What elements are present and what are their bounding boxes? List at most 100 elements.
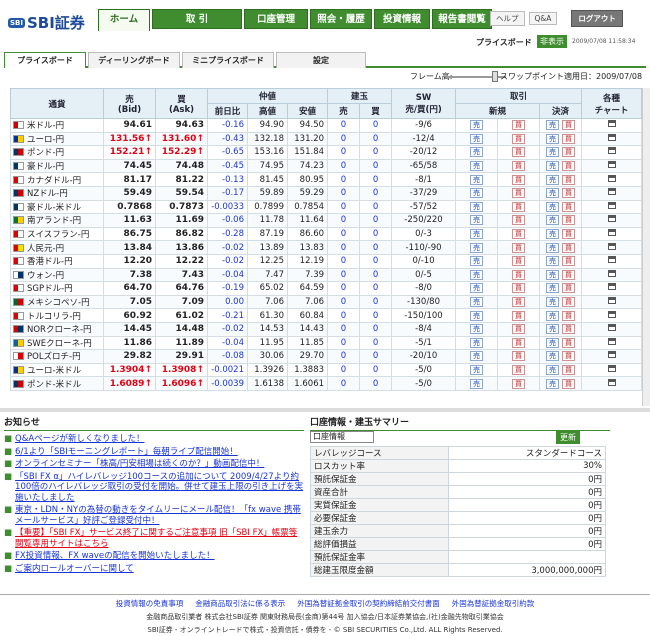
- news-link[interactable]: 「SBI FX α」ハイレバレッジ100コースの追加について 2009/4/27…: [15, 472, 304, 504]
- pair-cell[interactable]: ポンド-米ドル: [10, 376, 104, 391]
- new-sell-button[interactable]: 売: [470, 351, 484, 362]
- new-sell-button[interactable]: 売: [470, 337, 484, 348]
- new-sell-button[interactable]: 売: [470, 364, 484, 375]
- pair-cell[interactable]: ユーロ-円: [10, 131, 104, 147]
- new-sell-button[interactable]: 売: [470, 378, 484, 389]
- pair-cell[interactable]: 香港ドル-円: [10, 253, 104, 269]
- new-sell-button[interactable]: 売: [470, 147, 484, 158]
- settle-sell-button[interactable]: 売: [546, 256, 560, 267]
- new-sell-button[interactable]: 売: [470, 120, 484, 131]
- bid-price[interactable]: 131.56↑: [103, 131, 156, 147]
- chart-icon[interactable]: [607, 283, 616, 291]
- new-sell-button[interactable]: 売: [470, 188, 484, 199]
- ask-price[interactable]: 1.3908↑: [155, 362, 208, 378]
- bid-price[interactable]: 74.45: [103, 158, 156, 174]
- chart-icon[interactable]: [607, 215, 616, 223]
- news-link[interactable]: オンラインセミナー「株高/円安相場は続くのか？」動画配信中！: [15, 459, 264, 470]
- bid-price[interactable]: 11.63: [103, 213, 156, 228]
- settle-buy-button[interactable]: 買: [562, 161, 576, 172]
- pair-cell[interactable]: 米ドル-円: [10, 118, 104, 133]
- settle-sell-button[interactable]: 売: [546, 242, 560, 253]
- settle-buy-button[interactable]: 買: [562, 378, 576, 389]
- tab-dealingboard[interactable]: ディーリングボード: [88, 52, 180, 68]
- pair-cell[interactable]: 南アランド-円: [10, 213, 104, 228]
- new-buy-button[interactable]: 買: [512, 324, 526, 335]
- board-scrollbar[interactable]: [642, 88, 650, 406]
- new-sell-button[interactable]: 売: [470, 161, 484, 172]
- qa-button[interactable]: Q&A: [528, 12, 558, 25]
- chart-icon[interactable]: [607, 351, 616, 359]
- chart-icon[interactable]: [607, 364, 616, 372]
- pair-cell[interactable]: NORクローネ-円: [10, 321, 104, 337]
- new-sell-button[interactable]: 売: [470, 283, 484, 294]
- new-buy-button[interactable]: 買: [512, 310, 526, 321]
- bid-price[interactable]: 7.38: [103, 267, 156, 283]
- new-buy-button[interactable]: 買: [512, 351, 526, 362]
- bid-price[interactable]: 152.21↑: [103, 145, 156, 160]
- pair-cell[interactable]: 豪ドル-円: [10, 158, 104, 174]
- chart-icon[interactable]: [607, 269, 616, 277]
- settle-buy-button[interactable]: 買: [562, 351, 576, 362]
- bid-price[interactable]: 1.3904↑: [103, 362, 156, 378]
- new-sell-button[interactable]: 売: [470, 324, 484, 335]
- chart-icon[interactable]: [607, 256, 616, 264]
- new-buy-button[interactable]: 買: [512, 133, 526, 144]
- ask-price[interactable]: 94.63: [155, 118, 208, 133]
- pair-cell[interactable]: NZドル-円: [10, 185, 104, 201]
- news-link[interactable]: FX投資情報、FX waveの配信を開始いたしました！: [15, 551, 215, 562]
- settle-sell-button[interactable]: 売: [546, 120, 560, 131]
- settle-sell-button[interactable]: 売: [546, 215, 560, 226]
- bid-price[interactable]: 13.84: [103, 240, 156, 255]
- new-sell-button[interactable]: 売: [470, 269, 484, 280]
- footer-link[interactable]: 外国為替証拠金取引約款: [452, 598, 535, 609]
- settle-sell-button[interactable]: 売: [546, 364, 560, 375]
- settle-buy-button[interactable]: 買: [562, 229, 576, 240]
- new-buy-button[interactable]: 買: [512, 201, 526, 212]
- chart-icon[interactable]: [607, 188, 616, 196]
- ask-price[interactable]: 152.29↑: [155, 145, 208, 160]
- settle-sell-button[interactable]: 売: [546, 188, 560, 199]
- chart-icon[interactable]: [607, 161, 616, 169]
- pair-cell[interactable]: ユーロ-米ドル: [10, 362, 104, 378]
- chart-icon[interactable]: [607, 120, 616, 128]
- settle-buy-button[interactable]: 買: [562, 256, 576, 267]
- settle-sell-button[interactable]: 売: [546, 378, 560, 389]
- settle-sell-button[interactable]: 売: [546, 283, 560, 294]
- help-button[interactable]: ヘルプ: [490, 11, 525, 26]
- bid-price[interactable]: 11.86: [103, 335, 156, 351]
- bid-price[interactable]: 12.20: [103, 253, 156, 269]
- bid-price[interactable]: 64.70: [103, 281, 156, 296]
- footer-link[interactable]: 外国為替証拠金取引の契約締結前交付書面: [297, 598, 440, 609]
- new-sell-button[interactable]: 売: [470, 256, 484, 267]
- frame-height-slider-handle[interactable]: [492, 71, 498, 82]
- settle-buy-button[interactable]: 買: [562, 120, 576, 131]
- bid-price[interactable]: 60.92: [103, 308, 156, 323]
- new-buy-button[interactable]: 買: [512, 242, 526, 253]
- ask-price[interactable]: 74.48: [155, 158, 208, 174]
- new-sell-button[interactable]: 売: [470, 174, 484, 185]
- settle-sell-button[interactable]: 売: [546, 161, 560, 172]
- summary-view-select[interactable]: 口座情報: [310, 431, 374, 443]
- pair-cell[interactable]: メキシコペソ-円: [10, 294, 104, 310]
- pair-cell[interactable]: トルコリラ-円: [10, 308, 104, 323]
- settle-buy-button[interactable]: 買: [562, 283, 576, 294]
- settle-buy-button[interactable]: 買: [562, 242, 576, 253]
- tab-priceboard[interactable]: プライスボード: [4, 52, 86, 68]
- new-buy-button[interactable]: 買: [512, 378, 526, 389]
- ask-price[interactable]: 0.7873: [155, 199, 208, 215]
- nav-account[interactable]: 口座管理: [244, 9, 308, 29]
- pair-cell[interactable]: POLズロチ-円: [10, 349, 104, 364]
- settle-sell-button[interactable]: 売: [546, 310, 560, 321]
- bid-price[interactable]: 94.61: [103, 118, 156, 133]
- logout-button[interactable]: ログアウト: [571, 10, 623, 27]
- pair-cell[interactable]: スイスフラン-円: [10, 226, 104, 242]
- ask-price[interactable]: 64.76: [155, 281, 208, 296]
- chart-icon[interactable]: [607, 201, 616, 209]
- new-buy-button[interactable]: 買: [512, 283, 526, 294]
- settle-sell-button[interactable]: 売: [546, 229, 560, 240]
- ask-price[interactable]: 1.6096↑: [155, 376, 208, 391]
- pair-cell[interactable]: カナダドル-円: [10, 172, 104, 187]
- chart-icon[interactable]: [607, 337, 616, 345]
- nav-reports[interactable]: 報告書閲覧: [432, 9, 492, 29]
- pair-cell[interactable]: SGPドル-円: [10, 281, 104, 296]
